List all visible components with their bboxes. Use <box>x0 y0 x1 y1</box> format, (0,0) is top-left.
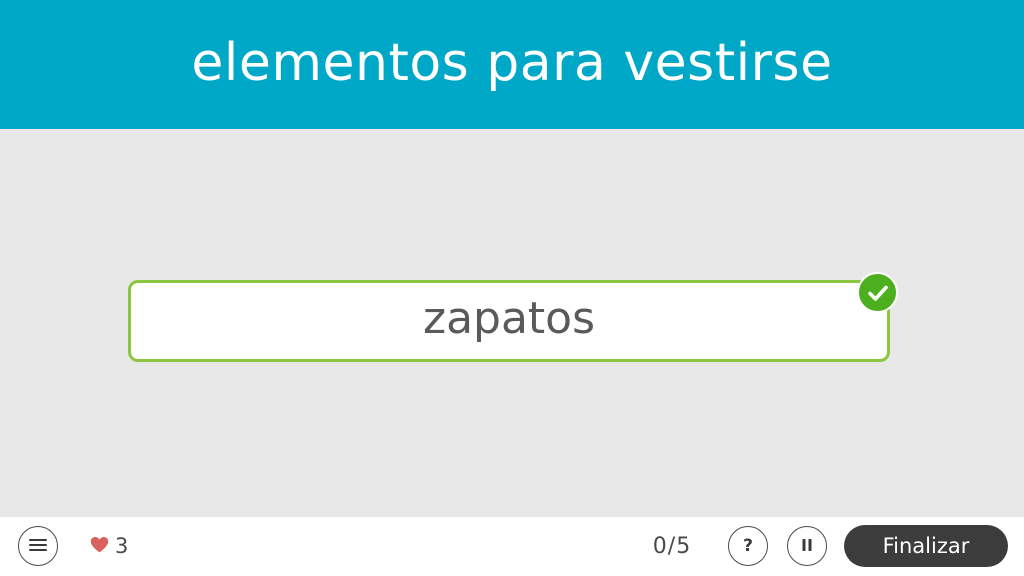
answer-box: zapatos <box>128 272 898 362</box>
lives-indicator: 3 <box>90 517 128 576</box>
heart-icon <box>90 536 109 557</box>
finish-button[interactable]: Finalizar <box>844 525 1008 567</box>
header-bar: elementos para vestirse <box>0 0 1024 129</box>
menu-button[interactable] <box>18 526 58 566</box>
progress-counter: 0/5 <box>652 534 692 559</box>
footer-toolbar: 3 0/5 ? Finalizar <box>0 517 1024 576</box>
pause-button[interactable] <box>787 526 827 566</box>
help-button[interactable]: ? <box>728 526 768 566</box>
lives-count: 3 <box>115 534 129 558</box>
help-icon: ? <box>743 535 753 556</box>
hamburger-menu-icon <box>29 537 47 556</box>
game-screen: elementos para vestirse zapatos 3 0/5 ? … <box>0 0 1024 576</box>
answer-text: zapatos <box>422 293 596 344</box>
check-icon <box>857 272 898 313</box>
category-title: elementos para vestirse <box>191 32 833 93</box>
pause-icon <box>801 537 813 556</box>
